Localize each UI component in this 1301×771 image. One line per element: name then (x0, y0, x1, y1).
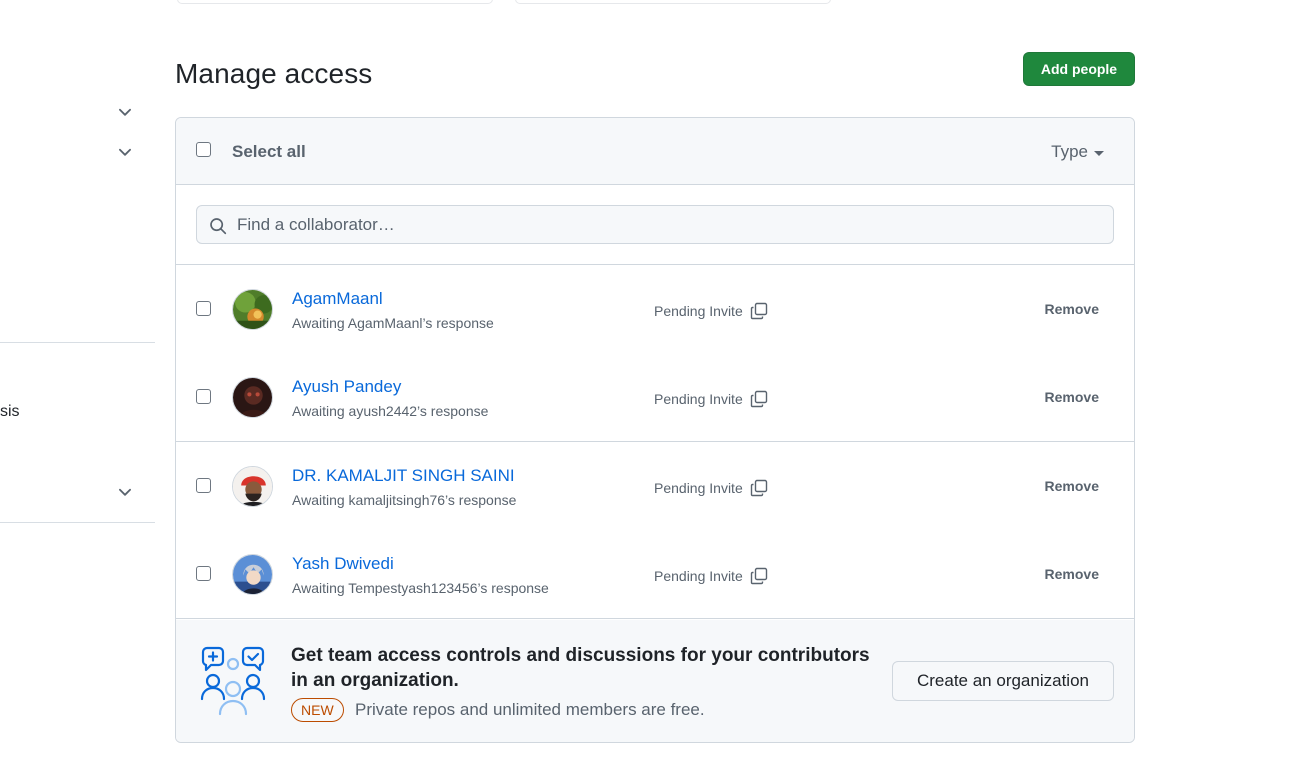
collaborator-name-link[interactable]: AgamMaanl (292, 289, 383, 309)
type-filter-label: Type (1051, 142, 1088, 161)
avatar[interactable] (232, 377, 273, 418)
row-checkbox[interactable] (196, 478, 211, 493)
pending-invite: Pending Invite (654, 566, 769, 586)
remove-button[interactable]: Remove (1045, 566, 1099, 582)
organization-promo: Get team access controls and discussions… (176, 620, 1134, 742)
avatar[interactable] (232, 289, 273, 330)
create-organization-button[interactable]: Create an organization (892, 661, 1114, 701)
collaborator-name-link[interactable]: DR. KAMALJIT SINGH SAINI (292, 466, 515, 486)
pending-invite-label: Pending Invite (654, 303, 743, 319)
collaborator-status: Awaiting Tempestyash123456’s response (292, 580, 549, 596)
type-filter-dropdown[interactable]: Type (1051, 142, 1104, 162)
copy-icon[interactable] (749, 566, 769, 586)
search-box[interactable] (196, 205, 1114, 244)
copy-icon[interactable] (749, 389, 769, 409)
remove-button[interactable]: Remove (1045, 478, 1099, 494)
search-icon (210, 218, 227, 235)
row-checkbox[interactable] (196, 566, 211, 581)
sidebar-divider (0, 522, 155, 523)
collaborator-row: Ayush Pandey Awaiting ayush2442’s respon… (176, 353, 1134, 442)
promo-title: Get team access controls and discussions… (291, 645, 870, 691)
promo-description: Private repos and unlimited members are … (355, 700, 705, 719)
pending-invite: Pending Invite (654, 389, 769, 409)
search-input[interactable] (237, 206, 1097, 243)
remove-button[interactable]: Remove (1045, 389, 1099, 405)
add-people-button[interactable]: Add people (1023, 52, 1135, 86)
select-all-label[interactable]: Select all (232, 142, 306, 162)
remove-button[interactable]: Remove (1045, 301, 1099, 317)
collaborator-status: Awaiting kamaljitsingh76’s response (292, 492, 517, 508)
manage-access-box: Select all Type AgamMaan (175, 117, 1135, 743)
row-checkbox[interactable] (196, 301, 211, 316)
people-discussion-icon (200, 646, 266, 716)
collaborator-row: DR. KAMALJIT SINGH SAINI Awaiting kamalj… (176, 442, 1134, 531)
chevron-down-icon[interactable] (116, 483, 134, 501)
pending-invite-label: Pending Invite (654, 568, 743, 584)
collaborator-row: Yash Dwivedi Awaiting Tempestyash123456’… (176, 530, 1134, 619)
copy-icon[interactable] (749, 301, 769, 321)
search-row (176, 185, 1134, 265)
avatar[interactable] (232, 554, 273, 595)
collaborator-row: AgamMaanl Awaiting AgamMaanl’s response … (176, 265, 1134, 354)
collaborator-name-link[interactable]: Ayush Pandey (292, 377, 401, 397)
collaborator-status: Awaiting ayush2442’s response (292, 403, 489, 419)
chevron-down-icon[interactable] (116, 143, 134, 161)
new-badge: NEW (291, 698, 344, 722)
top-card-left (177, 0, 493, 4)
chevron-down-icon[interactable] (116, 103, 134, 121)
select-all-checkbox[interactable] (196, 142, 211, 157)
pending-invite: Pending Invite (654, 301, 769, 321)
top-card-right (515, 0, 831, 4)
sidebar-item-partial-label[interactable]: sis (0, 403, 20, 421)
pending-invite: Pending Invite (654, 478, 769, 498)
row-checkbox[interactable] (196, 389, 211, 404)
sidebar-divider (0, 342, 155, 343)
page-title: Manage access (175, 58, 373, 89)
collaborator-name-link[interactable]: Yash Dwivedi (292, 554, 394, 574)
caret-down-icon (1094, 150, 1104, 156)
list-header: Select all Type (176, 118, 1134, 185)
pending-invite-label: Pending Invite (654, 391, 743, 407)
collaborator-status: Awaiting AgamMaanl’s response (292, 315, 494, 331)
copy-icon[interactable] (749, 478, 769, 498)
avatar[interactable] (232, 466, 273, 507)
pending-invite-label: Pending Invite (654, 480, 743, 496)
